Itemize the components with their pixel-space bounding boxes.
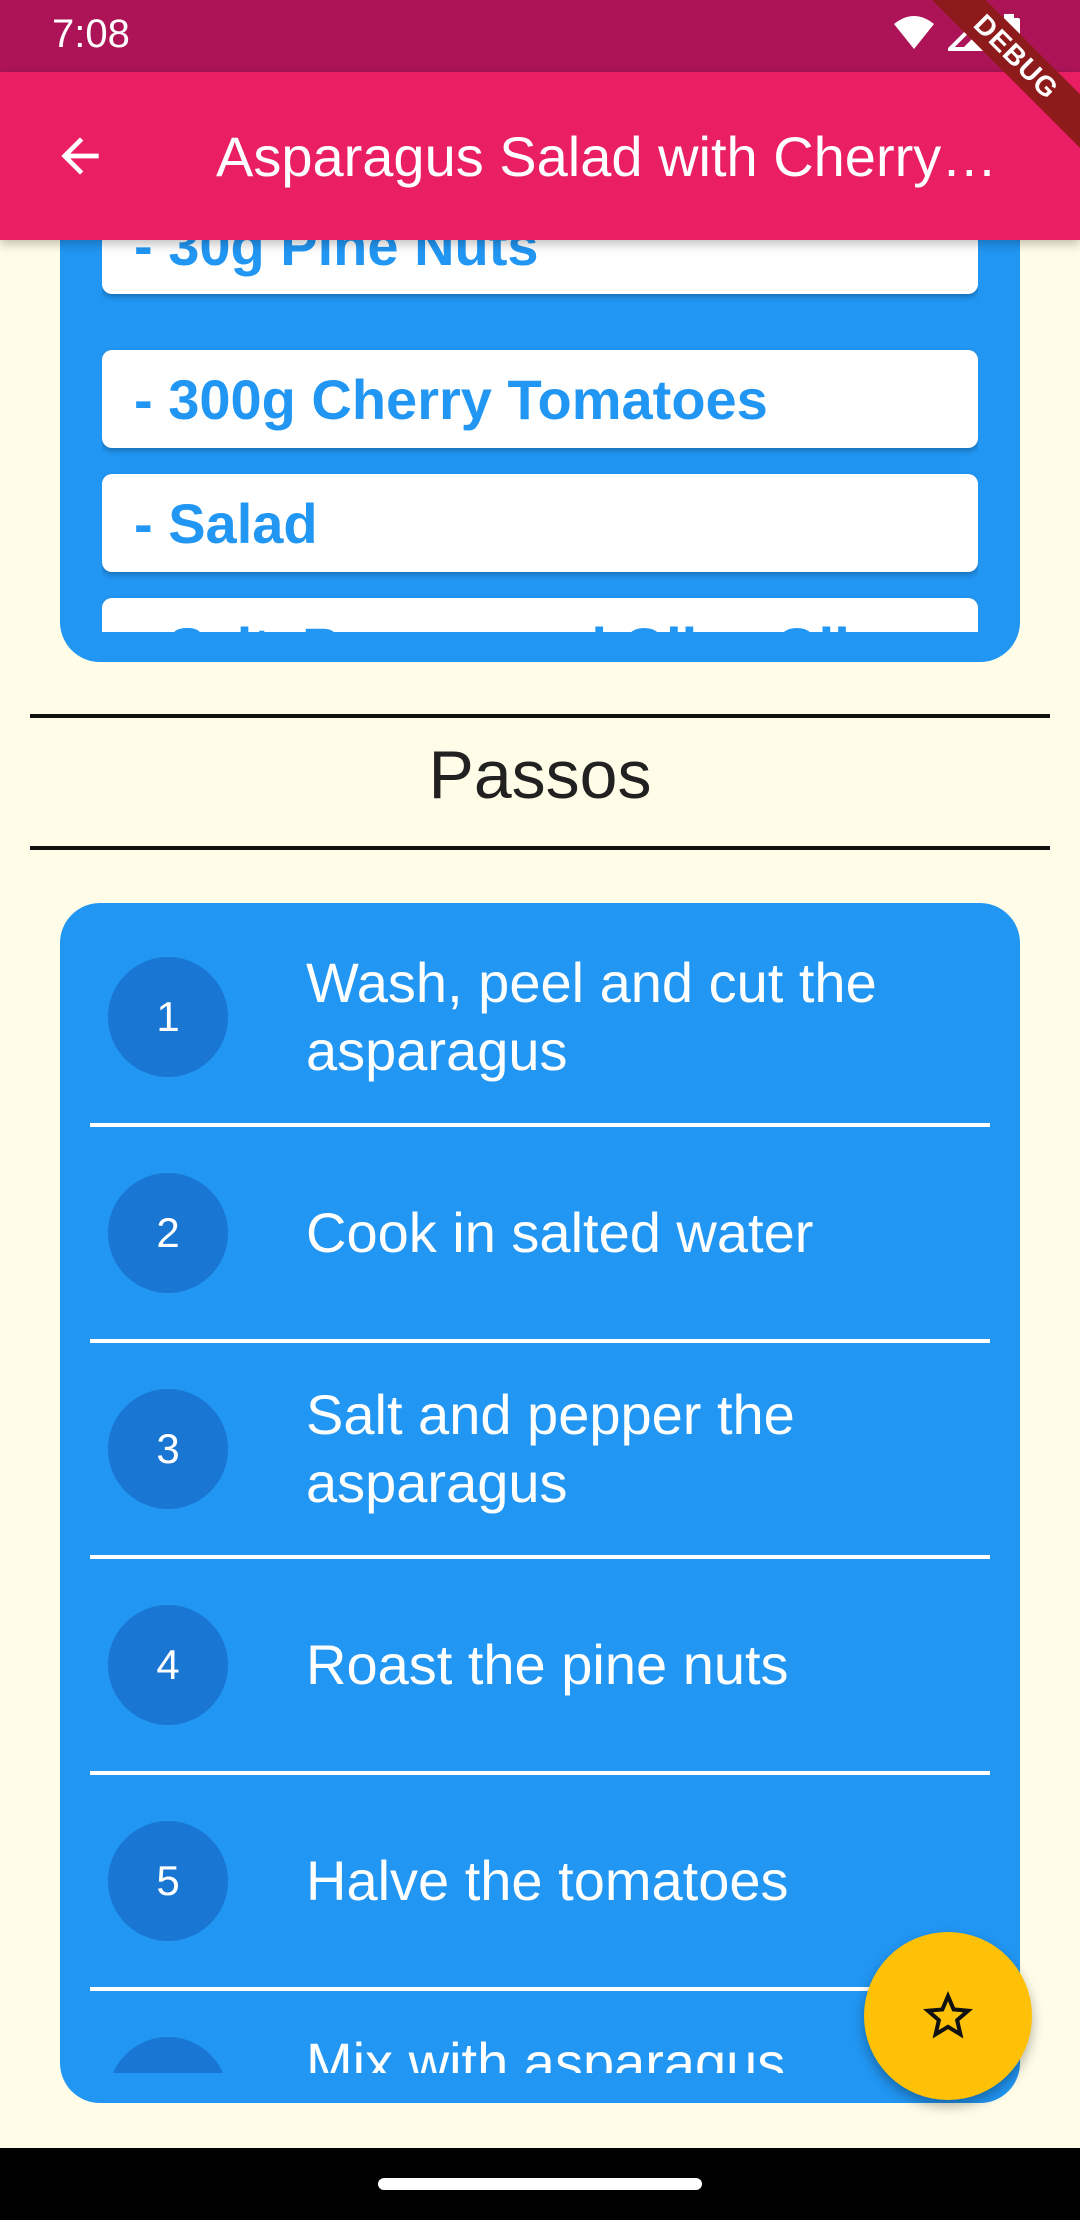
battery-icon — [998, 14, 1020, 57]
back-button[interactable] — [44, 120, 116, 192]
status-bar: 7:08 — [0, 0, 1080, 72]
section-divider-bottom — [30, 846, 1050, 850]
wifi-icon — [894, 16, 934, 55]
ingredient-item: - Salt, Pepper and Olive Oil — [102, 598, 978, 632]
star-outline-icon — [923, 1991, 973, 2039]
ingredient-item: - Salad — [102, 474, 978, 572]
step-number-badge: 6 — [108, 2037, 228, 2073]
status-icons — [894, 12, 1020, 57]
arrow-back-icon — [61, 137, 99, 175]
steps-clip: 6 Mix with asparagus — [60, 903, 1020, 2073]
steps-section-title: Passos — [428, 737, 652, 813]
steps-card[interactable]: 1 Wash, peel and cut the asparagus 2 Coo… — [60, 903, 1020, 2103]
app-bar: Asparagus Salad with Cherry… — [0, 72, 1080, 240]
page-title: Asparagus Salad with Cherry… — [216, 125, 998, 188]
status-time: 7:08 — [52, 12, 130, 56]
home-gesture-handle[interactable] — [378, 2178, 702, 2190]
ingredient-item: - 300g Cherry Tomatoes — [102, 350, 978, 448]
system-navigation-bar — [0, 2148, 1080, 2220]
section-divider-top — [30, 714, 1050, 718]
ingredients-list[interactable]: - 30g Pine Nuts - 300g Cherry Tomatoes -… — [102, 200, 978, 632]
ingredients-card[interactable]: - 30g Pine Nuts - 300g Cherry Tomatoes -… — [60, 200, 1020, 662]
step-text: Mix with asparagus — [306, 2031, 786, 2073]
favorite-fab[interactable] — [864, 1932, 1032, 2100]
cell-signal-icon — [945, 12, 984, 56]
